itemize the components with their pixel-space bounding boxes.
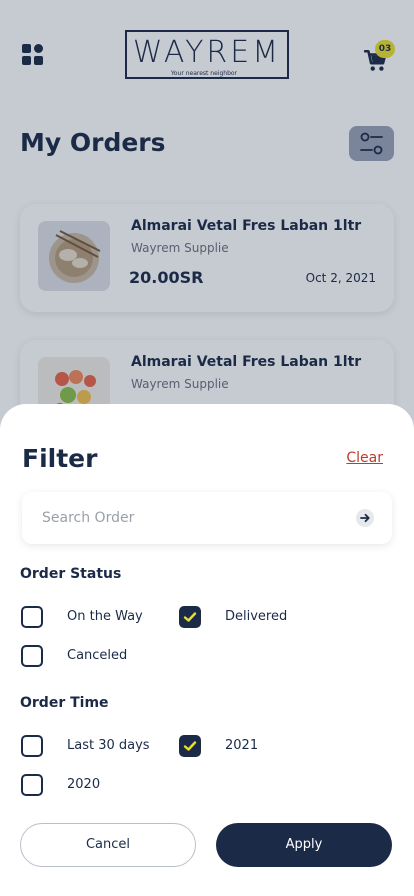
checkbox-label: Last 30 days — [67, 738, 150, 753]
time-option-2021[interactable]: 2021 — [179, 735, 258, 757]
status-option-on-the-way[interactable]: On the Way — [21, 606, 143, 628]
apply-button[interactable]: Apply — [216, 823, 392, 867]
order-status-label: Order Status — [20, 566, 122, 582]
status-option-delivered[interactable]: Delivered — [179, 606, 287, 628]
search-order-box — [22, 492, 392, 544]
checkmark-icon — [183, 612, 197, 622]
checkbox-label: Canceled — [67, 648, 128, 663]
filter-sheet: Filter Clear Order Status On the Way Del… — [0, 404, 414, 896]
checkmark-icon — [183, 741, 197, 751]
search-order-input[interactable] — [42, 492, 342, 544]
cancel-button[interactable]: Cancel — [20, 823, 196, 867]
checkbox-checked[interactable] — [179, 606, 201, 628]
time-option-2020[interactable]: 2020 — [21, 774, 100, 796]
arrow-right-icon — [360, 513, 370, 523]
checkbox-checked[interactable] — [179, 735, 201, 757]
filter-title: Filter — [22, 444, 98, 473]
checkbox-label: 2020 — [67, 777, 101, 792]
clear-filters-link[interactable]: Clear — [346, 450, 383, 466]
order-time-label: Order Time — [20, 695, 109, 711]
checkbox[interactable] — [21, 606, 43, 628]
time-option-last-30-days[interactable]: Last 30 days — [21, 735, 150, 757]
checkbox-label: Delivered — [225, 609, 288, 624]
checkbox[interactable] — [21, 735, 43, 757]
search-submit-button[interactable] — [356, 509, 374, 527]
checkbox[interactable] — [21, 645, 43, 667]
screen: WAYREM Your nearest neighbor 03 My Order… — [0, 0, 414, 896]
status-option-canceled[interactable]: Canceled — [21, 645, 127, 667]
checkbox-label: On the Way — [67, 609, 143, 624]
checkbox-label: 2021 — [225, 738, 259, 753]
checkbox[interactable] — [21, 774, 43, 796]
